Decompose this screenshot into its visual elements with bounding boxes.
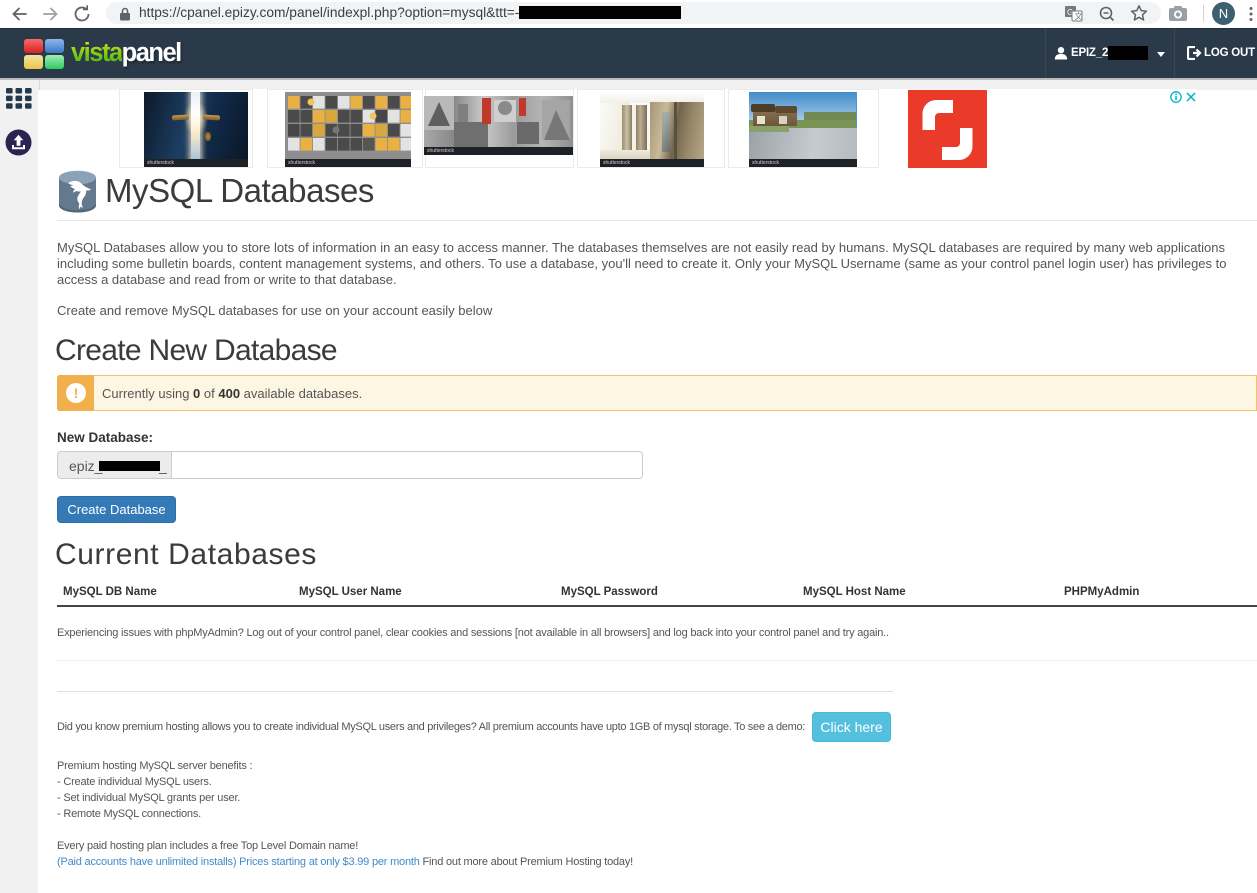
svg-text:文: 文 (1075, 11, 1083, 21)
